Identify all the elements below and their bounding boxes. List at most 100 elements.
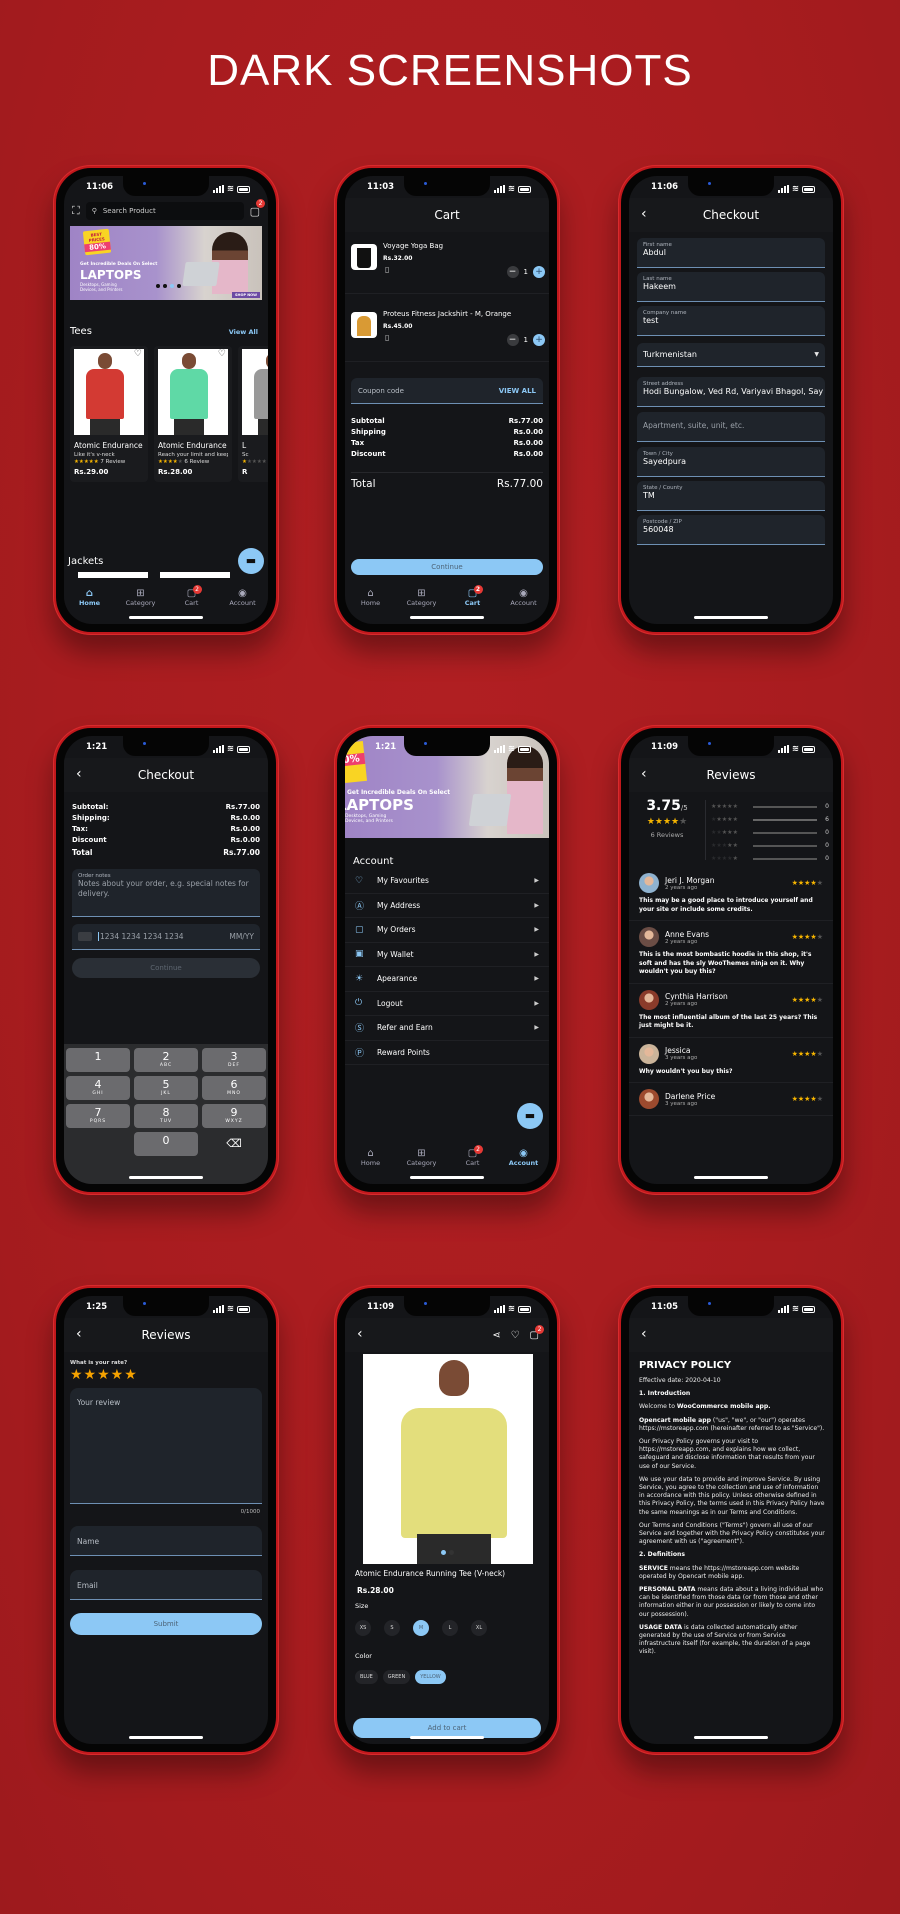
size-option[interactable]: XS	[355, 1620, 371, 1636]
back-icon[interactable]: ‹	[641, 766, 647, 782]
share-icon[interactable]: ⋖	[492, 1330, 500, 1341]
coupon-view-all[interactable]: VIEW ALL	[499, 387, 536, 395]
form-field[interactable]: Last name Hakeem	[637, 272, 825, 302]
product-card[interactable]: ♡ Atomic Endurance Reach your limit and ke…	[154, 346, 232, 482]
shop-now-button[interactable]: SHOP NOW	[232, 292, 260, 298]
rating-input[interactable]: ★★★★★	[70, 1367, 138, 1383]
wishlist-icon[interactable]: ♡	[218, 349, 226, 359]
product-image[interactable]	[363, 1354, 533, 1564]
back-icon[interactable]: ‹	[641, 1326, 647, 1342]
account-menu: ♡ My Favourites ▶ Ⓐ My Address ▶ ▢ My Orders ▶ ▣ M…	[345, 869, 549, 1065]
nav-category[interactable]: ⊞ Category	[402, 588, 442, 607]
continue-button[interactable]: Continue	[351, 559, 543, 575]
phone-checkout-address: 11:06 ≋ ‹ Checkout First name Abdul Last nam…	[618, 165, 844, 635]
cart-icon[interactable]: ▢ 2	[250, 198, 265, 218]
increment-button[interactable]: +	[533, 266, 545, 278]
nav-account[interactable]: ◉ Account	[504, 588, 544, 607]
key-9[interactable]: 9 WXYZ	[202, 1104, 266, 1128]
country-select[interactable]: Turkmenistan ▼	[637, 343, 825, 367]
key-4[interactable]: 4 GHI	[66, 1076, 130, 1100]
name-field[interactable]: Name	[70, 1526, 262, 1556]
decrement-button[interactable]: −	[506, 334, 519, 346]
chat-button[interactable]: ▬	[517, 1103, 543, 1129]
increment-button[interactable]: +	[533, 334, 545, 346]
delete-icon[interactable]: ▯	[385, 265, 389, 274]
submit-button[interactable]: Submit	[70, 1613, 262, 1635]
back-icon[interactable]: ‹	[76, 1326, 82, 1342]
banner-dots[interactable]	[156, 284, 181, 288]
search-input[interactable]: ⚲ Search Product	[85, 202, 244, 220]
card-number-field[interactable]: 1234 1234 1234 1234 MM/YY	[72, 924, 260, 950]
color-option[interactable]: BLUE	[355, 1670, 378, 1684]
product-card[interactable]: ♡ Atomic Endurance Like it's v-neck ★★★★★ 7…	[70, 346, 148, 482]
form-field[interactable]: Company name test	[637, 306, 825, 336]
continue-button[interactable]: Continue	[72, 958, 260, 978]
order-notes-field[interactable]: Order notes Notes about your order, e.g. …	[72, 869, 260, 917]
nav-account[interactable]: ◉ Account	[504, 1148, 544, 1167]
key-1[interactable]: 1	[66, 1048, 130, 1072]
product-desc: Sc	[242, 452, 249, 458]
nav-account[interactable]: ◉ Account	[223, 588, 263, 607]
account-menu-item[interactable]: ▢ My Orders ▶	[345, 918, 549, 943]
back-icon[interactable]: ‹	[357, 1326, 363, 1342]
nav-cart[interactable]: ▢ 2 Cart	[453, 1144, 493, 1167]
account-menu-item[interactable]: ⏻ Logout ▶	[345, 992, 549, 1016]
form-field[interactable]: State / County TM	[637, 481, 825, 511]
size-option[interactable]: XL	[471, 1620, 487, 1636]
backspace-key[interactable]: ⌫	[202, 1132, 266, 1156]
account-menu-item[interactable]: ☀ Apearance ▶	[345, 967, 549, 992]
form-field[interactable]: Town / City Sayedpura	[637, 447, 825, 477]
key-6[interactable]: 6 MNO	[202, 1076, 266, 1100]
decrement-button[interactable]: −	[506, 266, 519, 278]
key-3[interactable]: 3 DEF	[202, 1048, 266, 1072]
scan-icon[interactable]: ⛶	[72, 204, 80, 218]
screen-title: Reviews	[706, 768, 756, 782]
size-option[interactable]: M	[413, 1620, 429, 1636]
nav-home[interactable]: ⌂ Home	[351, 588, 391, 607]
distribution-row: ★★★★★ 0	[711, 842, 829, 849]
key-2[interactable]: 2 ABC	[134, 1048, 198, 1072]
account-menu-item[interactable]: Ⓢ Refer and Earn ▶	[345, 1016, 549, 1041]
view-all-link[interactable]: View All	[229, 328, 258, 336]
add-to-cart-button[interactable]: Add to cart	[353, 1718, 541, 1738]
nav-cart[interactable]: ▢ 2 Cart	[453, 584, 493, 607]
image-dots[interactable]	[441, 1550, 454, 1555]
cart-items: Voyage Yoga Bag Rs.32.00 ▯ −1 + Proteus Fitne…	[345, 238, 549, 374]
back-icon[interactable]: ‹	[641, 206, 647, 222]
color-selector: BLUE GREEN YELLOW	[355, 1670, 451, 1684]
street-address-field[interactable]: Street address Hodi Bungalow, Ved Rd, Var…	[637, 377, 825, 407]
account-menu-item[interactable]: Ⓟ Reward Points	[345, 1041, 549, 1065]
nav-category[interactable]: ⊞ Category	[402, 1148, 442, 1167]
account-menu-item[interactable]: ♡ My Favourites ▶	[345, 869, 549, 894]
color-option[interactable]: GREEN	[382, 1670, 411, 1684]
size-option[interactable]: S	[384, 1620, 400, 1636]
summary-row: Subtotal: Rs.77.00	[72, 803, 260, 811]
delete-icon[interactable]: ▯	[385, 333, 389, 342]
favourite-icon[interactable]: ♡	[511, 1330, 520, 1341]
back-icon[interactable]: ‹	[76, 766, 82, 782]
form-field[interactable]: First name Abdul	[637, 238, 825, 268]
nav-cart[interactable]: ▢ 2 Cart	[172, 584, 212, 607]
account-menu-item[interactable]: Ⓐ My Address ▶	[345, 894, 549, 918]
color-option[interactable]: YELLOW	[415, 1670, 446, 1684]
key-0[interactable]: 0	[134, 1132, 198, 1156]
nav-home[interactable]: ⌂ Home	[70, 588, 110, 607]
wishlist-icon[interactable]: ♡	[134, 349, 142, 359]
key-7[interactable]: 7 PQRS	[66, 1104, 130, 1128]
cart-icon[interactable]: ▢ 2	[530, 1324, 544, 1341]
account-menu-item[interactable]: ▣ My Wallet ▶	[345, 943, 549, 967]
coupon-field[interactable]: Coupon code VIEW ALL	[351, 378, 543, 404]
nav-category[interactable]: ⊞ Category	[121, 588, 161, 607]
chat-button[interactable]: ▬	[238, 548, 264, 574]
product-card[interactable]: ♡ L Sc★★★★★ R	[238, 346, 268, 482]
summary-row: Discount Rs.0.00	[351, 450, 543, 458]
key-5[interactable]: 5 JKL	[134, 1076, 198, 1100]
review-textarea[interactable]: Your review	[70, 1388, 262, 1504]
key-8[interactable]: 8 TUV	[134, 1104, 198, 1128]
nav-home[interactable]: ⌂ Home	[351, 1148, 391, 1167]
promo-banner[interactable]: BEST PRICES 80% Get Incredible Deals On S…	[70, 226, 262, 300]
size-option[interactable]: L	[442, 1620, 458, 1636]
email-field[interactable]: Email	[70, 1570, 262, 1600]
apartment-field[interactable]: Apartment, suite, unit, etc.	[637, 412, 825, 442]
form-field[interactable]: Postcode / ZIP 560048	[637, 515, 825, 545]
